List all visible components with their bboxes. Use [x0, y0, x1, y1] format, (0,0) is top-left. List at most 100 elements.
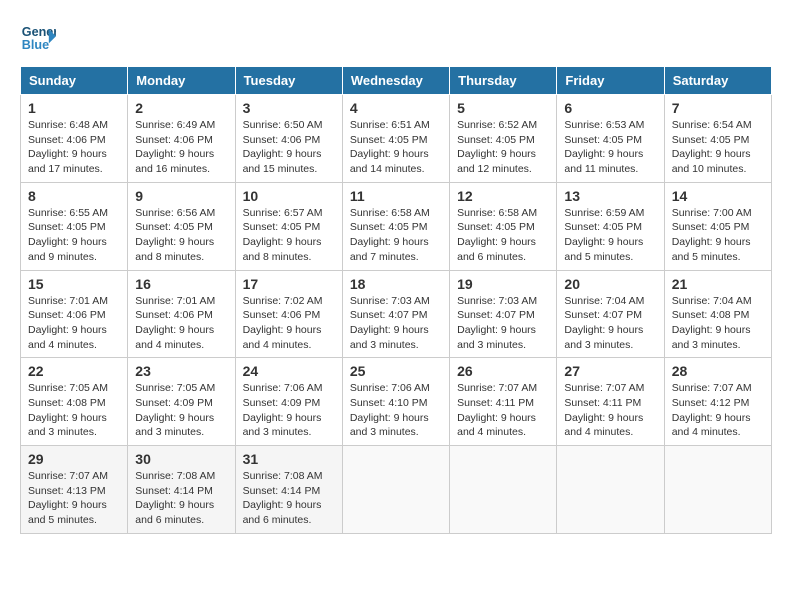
calendar-cell: 25 Sunrise: 7:06 AM Sunset: 4:10 PM Dayl… — [342, 358, 449, 446]
day-info: Sunrise: 7:05 AM Sunset: 4:08 PM Dayligh… — [28, 381, 120, 440]
calendar-cell: 6 Sunrise: 6:53 AM Sunset: 4:05 PM Dayli… — [557, 95, 664, 183]
day-info: Sunrise: 7:02 AM Sunset: 4:06 PM Dayligh… — [243, 294, 335, 353]
calendar-table: SundayMondayTuesdayWednesdayThursdayFrid… — [20, 66, 772, 534]
calendar-cell: 30 Sunrise: 7:08 AM Sunset: 4:14 PM Dayl… — [128, 446, 235, 534]
weekday-header: Friday — [557, 67, 664, 95]
day-number: 30 — [135, 451, 227, 467]
day-number: 31 — [243, 451, 335, 467]
day-number: 28 — [672, 363, 764, 379]
day-info: Sunrise: 7:07 AM Sunset: 4:13 PM Dayligh… — [28, 469, 120, 528]
day-info: Sunrise: 7:03 AM Sunset: 4:07 PM Dayligh… — [350, 294, 442, 353]
day-info: Sunrise: 6:55 AM Sunset: 4:05 PM Dayligh… — [28, 206, 120, 265]
calendar-cell — [342, 446, 449, 534]
weekday-header-row: SundayMondayTuesdayWednesdayThursdayFrid… — [21, 67, 772, 95]
day-number: 29 — [28, 451, 120, 467]
calendar-cell: 14 Sunrise: 7:00 AM Sunset: 4:05 PM Dayl… — [664, 182, 771, 270]
calendar-cell: 16 Sunrise: 7:01 AM Sunset: 4:06 PM Dayl… — [128, 270, 235, 358]
day-info: Sunrise: 7:06 AM Sunset: 4:10 PM Dayligh… — [350, 381, 442, 440]
day-number: 4 — [350, 100, 442, 116]
calendar-cell — [557, 446, 664, 534]
calendar-cell — [664, 446, 771, 534]
calendar-cell: 19 Sunrise: 7:03 AM Sunset: 4:07 PM Dayl… — [450, 270, 557, 358]
calendar-cell: 22 Sunrise: 7:05 AM Sunset: 4:08 PM Dayl… — [21, 358, 128, 446]
calendar-cell: 24 Sunrise: 7:06 AM Sunset: 4:09 PM Dayl… — [235, 358, 342, 446]
weekday-header: Saturday — [664, 67, 771, 95]
day-number: 12 — [457, 188, 549, 204]
day-number: 24 — [243, 363, 335, 379]
day-number: 1 — [28, 100, 120, 116]
day-info: Sunrise: 7:01 AM Sunset: 4:06 PM Dayligh… — [28, 294, 120, 353]
calendar-cell: 7 Sunrise: 6:54 AM Sunset: 4:05 PM Dayli… — [664, 95, 771, 183]
svg-text:Blue: Blue — [22, 38, 49, 52]
day-number: 16 — [135, 276, 227, 292]
calendar-cell: 9 Sunrise: 6:56 AM Sunset: 4:05 PM Dayli… — [128, 182, 235, 270]
day-number: 11 — [350, 188, 442, 204]
day-number: 18 — [350, 276, 442, 292]
day-number: 3 — [243, 100, 335, 116]
day-number: 20 — [564, 276, 656, 292]
calendar-cell: 15 Sunrise: 7:01 AM Sunset: 4:06 PM Dayl… — [21, 270, 128, 358]
day-info: Sunrise: 7:01 AM Sunset: 4:06 PM Dayligh… — [135, 294, 227, 353]
calendar-cell: 2 Sunrise: 6:49 AM Sunset: 4:06 PM Dayli… — [128, 95, 235, 183]
day-number: 15 — [28, 276, 120, 292]
calendar-cell: 5 Sunrise: 6:52 AM Sunset: 4:05 PM Dayli… — [450, 95, 557, 183]
day-number: 19 — [457, 276, 549, 292]
day-info: Sunrise: 7:05 AM Sunset: 4:09 PM Dayligh… — [135, 381, 227, 440]
weekday-header: Tuesday — [235, 67, 342, 95]
day-info: Sunrise: 6:51 AM Sunset: 4:05 PM Dayligh… — [350, 118, 442, 177]
calendar-cell: 13 Sunrise: 6:59 AM Sunset: 4:05 PM Dayl… — [557, 182, 664, 270]
day-info: Sunrise: 7:03 AM Sunset: 4:07 PM Dayligh… — [457, 294, 549, 353]
calendar-cell: 31 Sunrise: 7:08 AM Sunset: 4:14 PM Dayl… — [235, 446, 342, 534]
day-info: Sunrise: 6:58 AM Sunset: 4:05 PM Dayligh… — [350, 206, 442, 265]
calendar-cell — [450, 446, 557, 534]
calendar-cell: 4 Sunrise: 6:51 AM Sunset: 4:05 PM Dayli… — [342, 95, 449, 183]
calendar-cell: 26 Sunrise: 7:07 AM Sunset: 4:11 PM Dayl… — [450, 358, 557, 446]
day-info: Sunrise: 7:08 AM Sunset: 4:14 PM Dayligh… — [135, 469, 227, 528]
day-info: Sunrise: 6:52 AM Sunset: 4:05 PM Dayligh… — [457, 118, 549, 177]
day-info: Sunrise: 6:53 AM Sunset: 4:05 PM Dayligh… — [564, 118, 656, 177]
calendar-cell: 29 Sunrise: 7:07 AM Sunset: 4:13 PM Dayl… — [21, 446, 128, 534]
day-info: Sunrise: 6:50 AM Sunset: 4:06 PM Dayligh… — [243, 118, 335, 177]
day-number: 23 — [135, 363, 227, 379]
day-number: 2 — [135, 100, 227, 116]
day-number: 13 — [564, 188, 656, 204]
day-number: 21 — [672, 276, 764, 292]
day-info: Sunrise: 6:59 AM Sunset: 4:05 PM Dayligh… — [564, 206, 656, 265]
calendar-cell: 20 Sunrise: 7:04 AM Sunset: 4:07 PM Dayl… — [557, 270, 664, 358]
day-info: Sunrise: 6:56 AM Sunset: 4:05 PM Dayligh… — [135, 206, 227, 265]
calendar-cell: 10 Sunrise: 6:57 AM Sunset: 4:05 PM Dayl… — [235, 182, 342, 270]
calendar-cell: 23 Sunrise: 7:05 AM Sunset: 4:09 PM Dayl… — [128, 358, 235, 446]
day-info: Sunrise: 7:08 AM Sunset: 4:14 PM Dayligh… — [243, 469, 335, 528]
logo: General Blue — [20, 20, 56, 56]
day-number: 17 — [243, 276, 335, 292]
day-info: Sunrise: 7:04 AM Sunset: 4:07 PM Dayligh… — [564, 294, 656, 353]
day-info: Sunrise: 7:07 AM Sunset: 4:11 PM Dayligh… — [564, 381, 656, 440]
day-info: Sunrise: 6:48 AM Sunset: 4:06 PM Dayligh… — [28, 118, 120, 177]
day-info: Sunrise: 6:49 AM Sunset: 4:06 PM Dayligh… — [135, 118, 227, 177]
weekday-header: Sunday — [21, 67, 128, 95]
calendar-cell: 11 Sunrise: 6:58 AM Sunset: 4:05 PM Dayl… — [342, 182, 449, 270]
calendar-cell: 21 Sunrise: 7:04 AM Sunset: 4:08 PM Dayl… — [664, 270, 771, 358]
day-number: 7 — [672, 100, 764, 116]
day-number: 10 — [243, 188, 335, 204]
weekday-header: Thursday — [450, 67, 557, 95]
day-number: 14 — [672, 188, 764, 204]
calendar-week-row: 15 Sunrise: 7:01 AM Sunset: 4:06 PM Dayl… — [21, 270, 772, 358]
calendar-week-row: 29 Sunrise: 7:07 AM Sunset: 4:13 PM Dayl… — [21, 446, 772, 534]
calendar-cell: 18 Sunrise: 7:03 AM Sunset: 4:07 PM Dayl… — [342, 270, 449, 358]
calendar-week-row: 8 Sunrise: 6:55 AM Sunset: 4:05 PM Dayli… — [21, 182, 772, 270]
calendar-cell: 28 Sunrise: 7:07 AM Sunset: 4:12 PM Dayl… — [664, 358, 771, 446]
logo-icon: General Blue — [20, 20, 56, 56]
day-info: Sunrise: 6:54 AM Sunset: 4:05 PM Dayligh… — [672, 118, 764, 177]
calendar-week-row: 1 Sunrise: 6:48 AM Sunset: 4:06 PM Dayli… — [21, 95, 772, 183]
day-number: 27 — [564, 363, 656, 379]
day-number: 5 — [457, 100, 549, 116]
day-number: 8 — [28, 188, 120, 204]
day-info: Sunrise: 7:07 AM Sunset: 4:11 PM Dayligh… — [457, 381, 549, 440]
calendar-week-row: 22 Sunrise: 7:05 AM Sunset: 4:08 PM Dayl… — [21, 358, 772, 446]
day-number: 22 — [28, 363, 120, 379]
calendar-cell: 12 Sunrise: 6:58 AM Sunset: 4:05 PM Dayl… — [450, 182, 557, 270]
day-info: Sunrise: 7:00 AM Sunset: 4:05 PM Dayligh… — [672, 206, 764, 265]
calendar-cell: 1 Sunrise: 6:48 AM Sunset: 4:06 PM Dayli… — [21, 95, 128, 183]
day-info: Sunrise: 6:57 AM Sunset: 4:05 PM Dayligh… — [243, 206, 335, 265]
